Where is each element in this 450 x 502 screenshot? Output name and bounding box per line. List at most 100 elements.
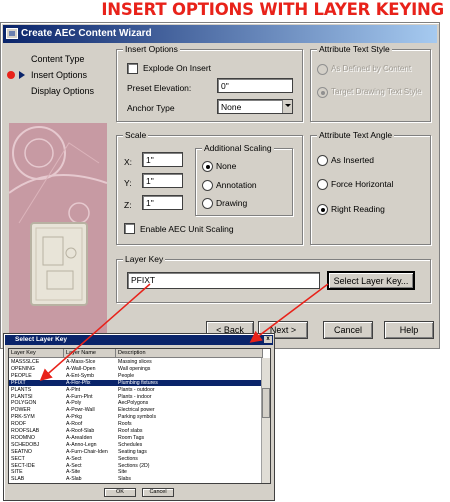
scale-z-input[interactable]: 1" [142,195,183,210]
help-button[interactable]: Help [384,321,434,339]
list-item[interactable]: ROOMNO A-AreaIden Room Tags [9,435,263,442]
layer-name-cell: A-Sect [66,455,82,462]
description-cell: Roofs [118,421,132,428]
layer-name-cell: A-Roof [66,421,83,428]
list-item[interactable]: PLANTSI A-Furn-Plnt Plants - indoor [9,394,263,401]
column-header-layer-name[interactable]: Layer Name [64,349,116,358]
layer-key-cell: ROOMNO [11,434,35,441]
list-item[interactable]: PRK-SYM A-Prkg Parking symbols [9,414,263,421]
list-item[interactable]: OPENING A-Wall-Open Wall openings [9,366,263,373]
layer-key-cell: ROOF [11,421,26,428]
right-reading-radio[interactable] [317,204,328,215]
select-layer-key-dialog: Select Layer Key x Layer Key Layer Name … [3,333,275,501]
title-bar: Create AEC Content Wizard [3,25,437,43]
layer-name-cell: A-Site [66,469,81,476]
anchor-type-value: None [221,102,242,112]
layer-key-group: Layer Key PFIXT Select Layer Key... [116,254,431,303]
step-display-options[interactable]: Display Options [31,86,94,96]
step-insert-options[interactable]: Insert Options [31,70,87,80]
preset-elevation-label: Preset Elevation: [127,83,192,93]
layer-key-cell: POLYGON [11,400,37,407]
description-cell: Slabs [118,476,131,483]
enable-aec-unit-scaling-checkbox[interactable] [124,223,135,234]
list-item[interactable]: PFIXT A-Flor-Pfix Plumbing fixtures [9,379,263,387]
list-item[interactable]: SECT A-Sect Sections [9,456,263,463]
list-item[interactable]: POLYGON A-Poly AecPolygons [9,400,263,407]
scaling-drawing-radio[interactable] [202,198,213,209]
dialog-ok-button[interactable]: OK [104,488,136,497]
select-layer-key-button[interactable]: Select Layer Key... [327,271,415,290]
layer-name-cell: A-Poly [66,400,82,407]
wizard-illustration [9,123,107,335]
list-item[interactable]: SLAB A-Slab Slabs [9,476,263,483]
attribute-text-style-label: Attribute Text Style [317,44,392,54]
as-inserted-radio[interactable] [317,155,328,166]
list-item[interactable]: SCHEDOBJ A-Anno-Legn Schedules [9,442,263,449]
preset-elevation-input[interactable]: 0" [217,78,293,93]
layer-key-cell: OPENING [11,365,35,372]
list-item[interactable]: PLANTS A-Plnt Plants - outdoor [9,387,263,394]
as-defined-by-content-label: As Defined by Content [331,64,412,73]
app-icon [6,28,18,39]
list-item[interactable]: ROOF A-Roof Roofs [9,421,263,428]
scale-y-label: Y: [124,178,132,188]
force-horizontal-radio[interactable] [317,179,328,190]
description-cell: Schedules [118,441,143,448]
scale-group: Scale X: 1" Y: 1" Z: 1" Additional Scali… [116,130,303,245]
force-horizontal-label: Force Horizontal [331,179,394,189]
layer-key-input[interactable]: PFIXT [127,272,320,289]
column-header-layer-key[interactable]: Layer Key [9,349,64,358]
description-cell: Wall openings [118,365,151,372]
list-item[interactable]: ROOFSLAB A-Roof-Slab Roof slabs [9,428,263,435]
dropdown-arrow-icon[interactable] [282,100,292,113]
anchor-type-select[interactable]: None [217,99,293,114]
create-aec-content-wizard: Create AEC Content Wizard Content Type I… [0,22,440,349]
layer-name-cell: A-Mass-Slce [66,359,96,365]
description-cell: Sections [118,455,138,462]
layer-key-cell: POWER [11,407,31,414]
scale-y-input[interactable]: 1" [142,173,183,188]
current-step-arrow-icon [19,71,25,79]
scale-x-input[interactable]: 1" [142,152,183,167]
list-item[interactable]: PEOPLE A-Ent-Symb People [9,373,263,380]
list-item[interactable]: MASSSLCE A-Mass-Slce Massing slices [9,359,263,366]
layer-key-list[interactable]: Layer Key Layer Name Description MASSSLC… [8,348,271,484]
layer-key-cell: SECT-IDE [11,462,35,469]
scaling-annotation-radio[interactable] [202,180,213,191]
scrollbar-thumb[interactable] [262,388,270,418]
layer-name-cell: A-Roof-Slab [66,428,95,434]
scaling-drawing-label: Drawing [216,198,248,208]
layer-name-cell: A-Furn-Chair-Iden [66,448,108,455]
list-item[interactable]: SEATNO A-Furn-Chair-Iden Seating tags [9,449,263,456]
insert-options-label: Insert Options [123,44,180,54]
scale-label: Scale [123,130,149,140]
anchor-type-label: Anchor Type [127,103,175,113]
attribute-text-angle-label: Attribute Text Angle [317,130,395,140]
layer-key-cell: SCHEDOBJ [11,441,40,448]
attribute-text-angle-group: Attribute Text Angle As Inserted Force H… [310,130,431,245]
dialog-cancel-button[interactable]: Cancel [142,488,174,497]
description-cell: Seating tags [118,448,147,455]
layer-name-cell: A-Powr-Wall [66,407,95,414]
cancel-button[interactable]: Cancel [323,321,373,339]
layer-key-cell: SEATNO [11,448,32,455]
column-header-description[interactable]: Description [116,349,263,358]
step-content-type[interactable]: Content Type [31,54,84,64]
close-icon[interactable]: x [264,336,272,343]
current-step-dot-icon [7,71,15,79]
scaling-none-radio[interactable] [202,161,213,172]
description-cell: Plumbing fixtures [118,379,158,386]
scaling-none-label: None [216,161,237,171]
list-item[interactable]: SITE A-Site Site [9,469,263,476]
target-drawing-text-style-radio[interactable] [317,87,328,98]
attribute-text-style-group: Attribute Text Style As Defined by Conte… [310,44,431,122]
description-cell: Plants - outdoor [118,386,155,393]
as-defined-by-content-radio[interactable] [317,64,328,75]
vertical-scrollbar[interactable] [261,358,270,483]
list-item[interactable]: POWER A-Powr-Wall Electrical power [9,407,263,414]
description-cell: Sections (2D) [118,462,150,469]
explode-on-insert-checkbox[interactable] [127,63,138,74]
layer-key-cell: MASSSLCE [11,359,40,365]
list-item[interactable]: SECT-IDE A-Sect Sections (2D) [9,463,263,470]
layer-key-cell: PRK-SYM [11,414,35,421]
